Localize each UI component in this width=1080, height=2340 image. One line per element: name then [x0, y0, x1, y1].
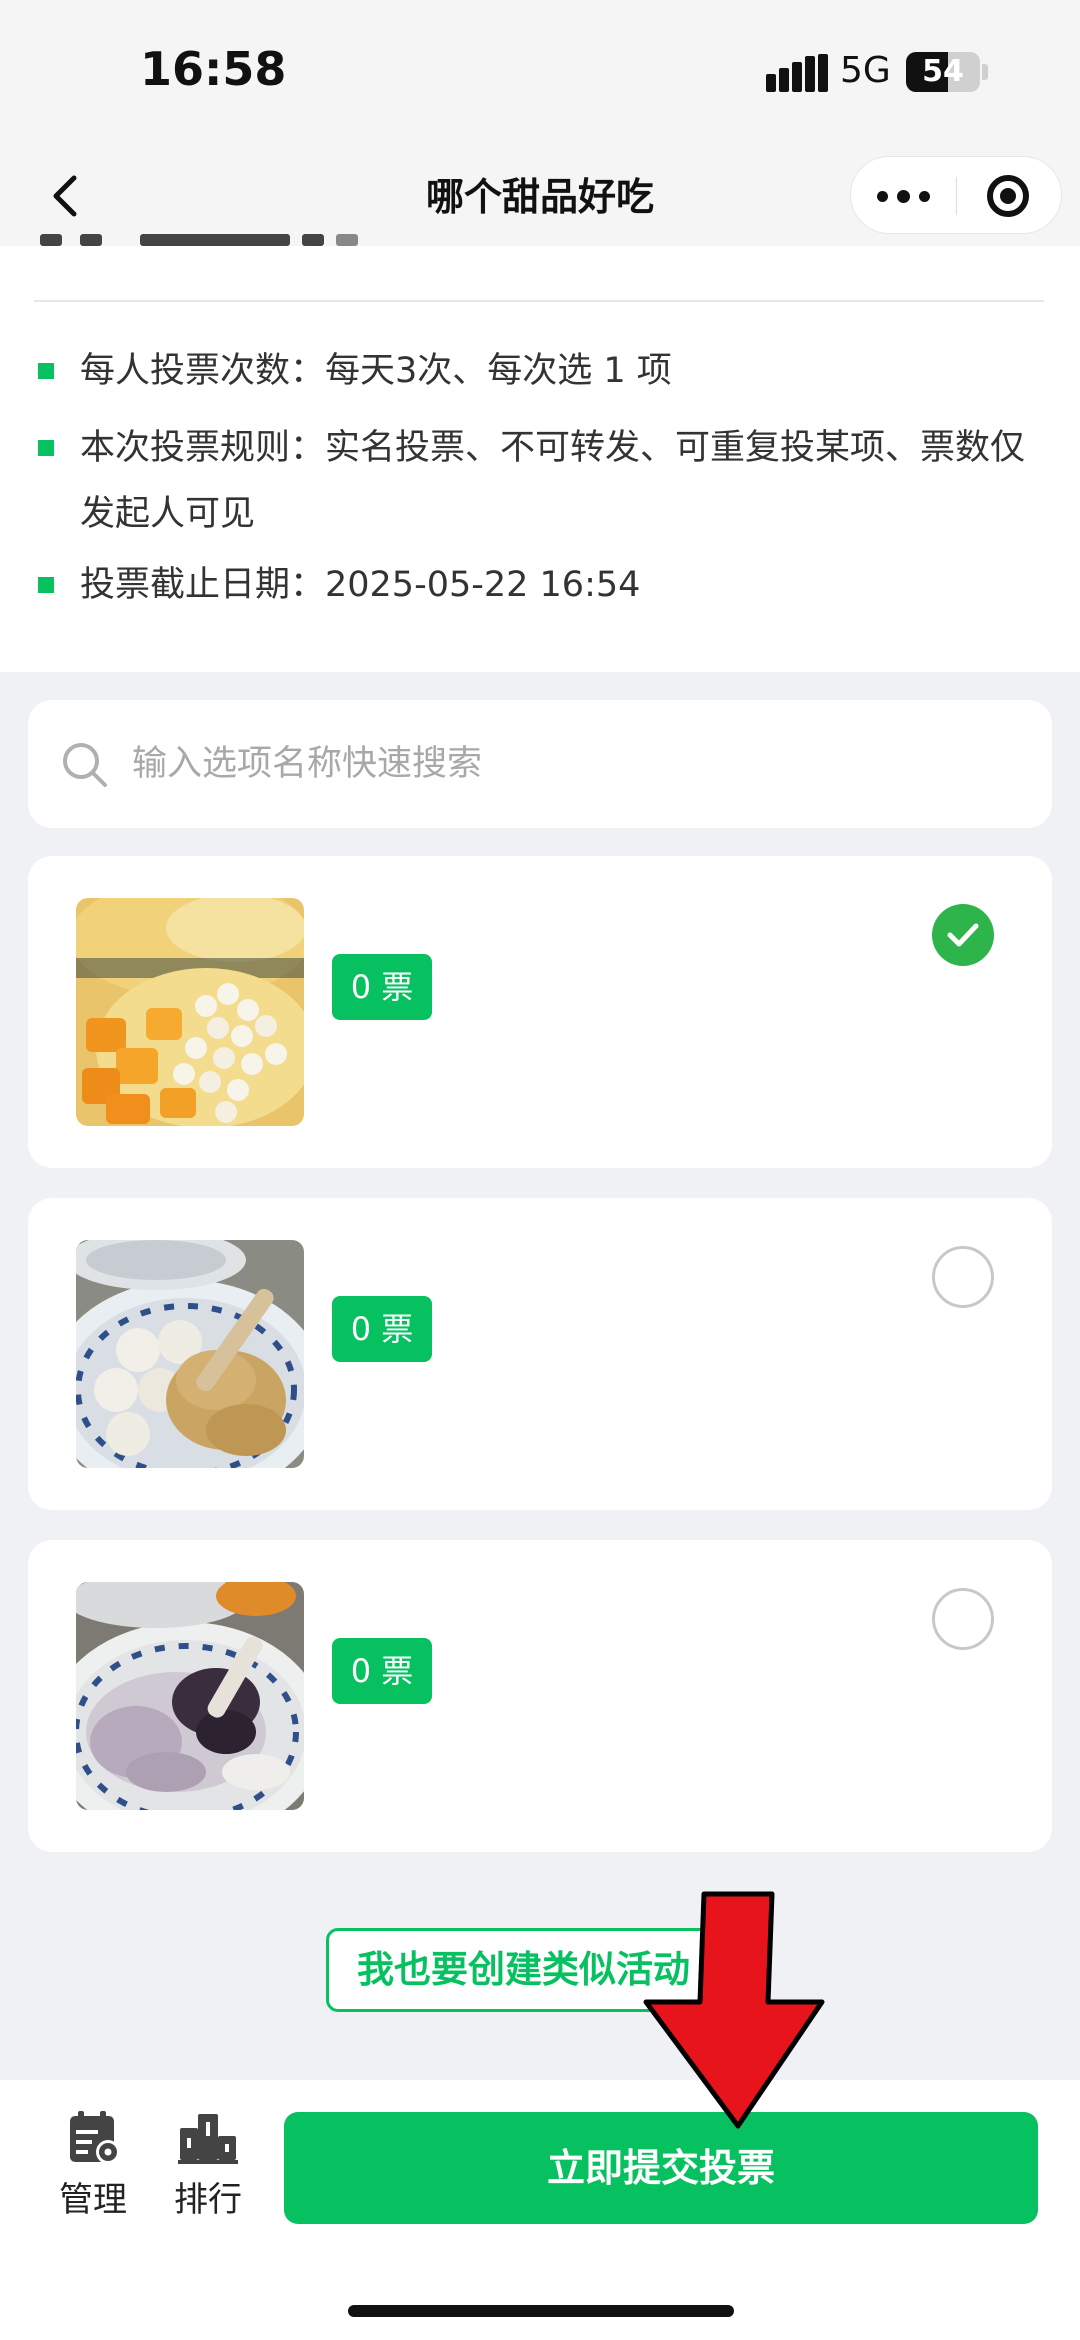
capsule-divider [956, 177, 957, 215]
selected-check-icon[interactable] [932, 904, 994, 966]
manage-label[interactable]: 管理 [38, 2172, 148, 2221]
unselected-radio-icon[interactable] [932, 1246, 994, 1308]
battery-icon: 54 [906, 52, 980, 92]
divider [34, 300, 1044, 302]
mini-program-capsule [850, 156, 1062, 234]
dessert-photo-tangyuan [76, 1240, 304, 1468]
vote-count-badge: 0 票 [332, 954, 432, 1020]
rule-item: 每人投票次数：每天3次、每次选 1 项 [38, 338, 1048, 404]
unselected-radio-icon[interactable] [932, 1588, 994, 1650]
vote-option-card[interactable]: 0 票 [28, 1198, 1052, 1510]
bullet-square-icon [38, 577, 54, 593]
ranking-icon[interactable] [178, 2108, 238, 2168]
vote-count-badge: 0 票 [332, 1638, 432, 1704]
rule-item: 本次投票规则：实名投票、不可转发、可重复投某项、票数仅发起人可见 [38, 415, 1048, 547]
clipped-text-row [40, 212, 400, 246]
ranking-label[interactable]: 排行 [153, 2172, 263, 2221]
rule-text: 投票截止日期：2025-05-22 16:54 [80, 565, 641, 605]
search-input[interactable] [132, 736, 992, 792]
dessert-photo-taro-rice [76, 1582, 304, 1810]
home-indicator[interactable] [348, 2305, 734, 2317]
manage-icon[interactable] [64, 2108, 124, 2168]
bullet-square-icon [38, 363, 54, 379]
signal-icon [766, 54, 828, 92]
dessert-photo-mango [76, 898, 304, 1126]
bullet-square-icon [38, 440, 54, 456]
more-icon[interactable] [877, 157, 937, 235]
status-time: 16:58 [140, 42, 287, 96]
rule-text: 每人投票次数：每天3次、每次选 1 项 [80, 351, 672, 391]
vote-option-card[interactable]: 0 票 [28, 856, 1052, 1168]
red-arrow-annotation [643, 1891, 825, 2129]
rule-text: 本次投票规则：实名投票、不可转发、可重复投某项、票数仅发起人可见 [80, 428, 1026, 534]
vote-option-card[interactable]: 0 票 [28, 1540, 1052, 1852]
search-icon [63, 743, 107, 787]
close-target-icon[interactable] [987, 175, 1029, 217]
vote-count-badge: 0 票 [332, 1296, 432, 1362]
network-type: 5G [840, 50, 891, 91]
battery-tip [982, 64, 988, 80]
rule-item: 投票截止日期：2025-05-22 16:54 [38, 552, 1048, 618]
battery-level: 54 [922, 54, 964, 89]
